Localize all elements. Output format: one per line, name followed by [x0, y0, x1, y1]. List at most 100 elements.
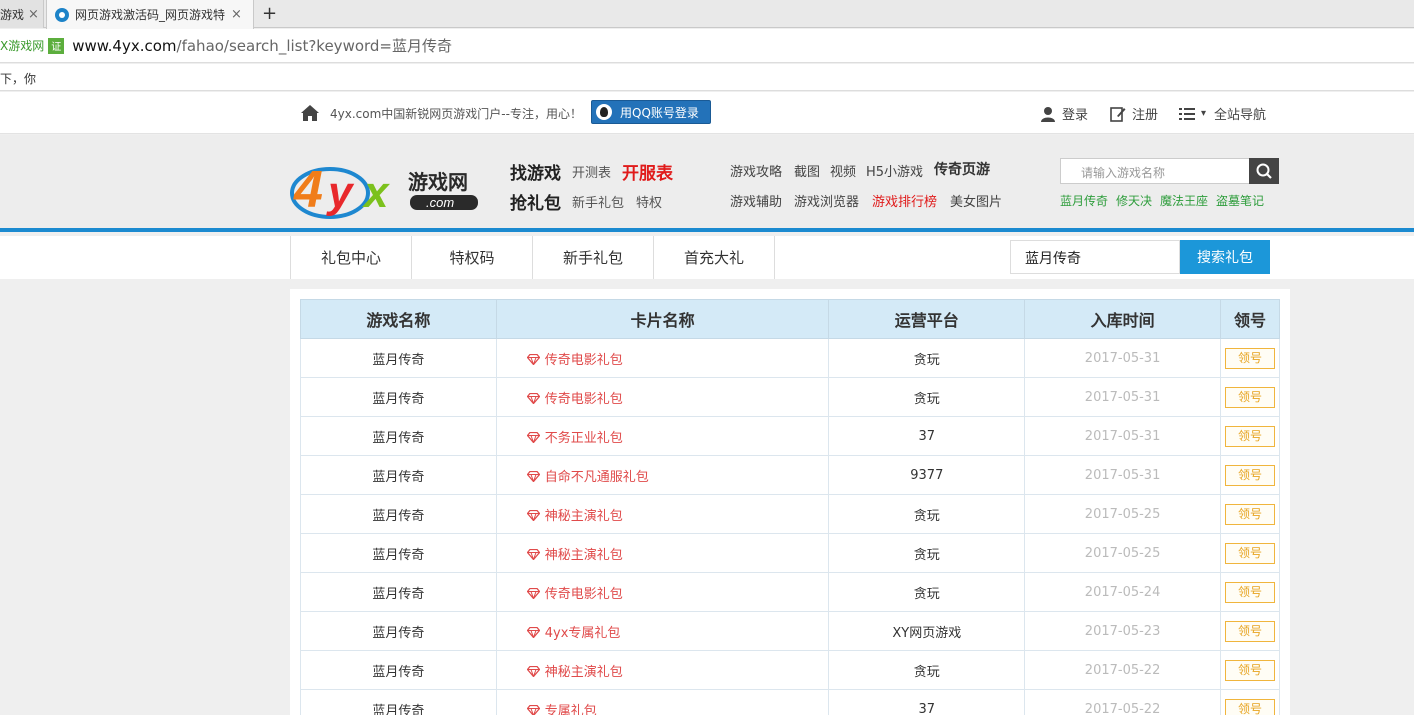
browser-tab-active[interactable]: 网页游戏激活码_网页游戏特 ×	[46, 0, 254, 29]
cert-icon[interactable]: 证	[48, 37, 65, 54]
claim-button[interactable]: 领号	[1224, 659, 1275, 681]
row-game-name: 蓝月传奇	[300, 650, 497, 690]
row-card-name[interactable]: 神秘主演礼包	[545, 509, 623, 524]
table-row: 蓝月传奇 神秘主演礼包 贪玩 2017-05-25 领号	[300, 494, 1281, 534]
gift-search-button[interactable]: 搜索礼包	[1180, 240, 1270, 274]
subnav-first-charge[interactable]: 首充大礼	[653, 236, 774, 279]
row-card-cell[interactable]: 自命不凡通服礼包	[495, 455, 830, 495]
list-icon	[1179, 107, 1195, 120]
row-card-cell[interactable]: 传奇电影礼包	[495, 572, 830, 612]
row-card-name[interactable]: 自命不凡通服礼包	[545, 470, 649, 485]
row-card-name[interactable]: 4yx专属礼包	[545, 626, 621, 641]
nav-h5[interactable]: H5小游戏	[866, 161, 923, 180]
row-card-cell[interactable]: 不务正业礼包	[495, 416, 830, 456]
row-date: 2017-05-23	[1024, 611, 1221, 651]
subnav-newbie-gift[interactable]: 新手礼包	[532, 236, 653, 279]
gift-search-input[interactable]: 蓝月传奇	[1010, 240, 1180, 274]
qq-login-button[interactable]: 用QQ账号登录	[591, 100, 711, 124]
nav-ranking[interactable]: 游戏排行榜	[872, 191, 937, 210]
hot-keyword[interactable]: 魔法王座	[1160, 192, 1208, 209]
hot-keyword[interactable]: 盗墓笔记	[1216, 192, 1264, 209]
bookmark-bar: 下，你	[0, 64, 1414, 91]
game-search-input[interactable]: 请输入游戏名称	[1060, 158, 1250, 184]
row-card-cell[interactable]: 神秘主演礼包	[495, 533, 830, 573]
nav-screenshot[interactable]: 截图	[794, 161, 820, 180]
nav-assist[interactable]: 游戏辅助	[730, 191, 782, 210]
row-game-name: 蓝月传奇	[300, 377, 497, 417]
register-link[interactable]: 注册	[1110, 104, 1158, 123]
tab-label: 游戏	[0, 7, 25, 22]
row-platform: 贪玩	[828, 650, 1026, 690]
new-tab-button[interactable]: +	[262, 3, 277, 24]
find-game-link[interactable]: 找游戏	[510, 159, 561, 184]
privilege-link[interactable]: 特权	[636, 192, 662, 211]
login-label: 登录	[1062, 108, 1089, 123]
row-platform: 37	[828, 689, 1026, 715]
bookmark-text[interactable]: 下，你	[0, 72, 36, 86]
nav-video[interactable]: 视频	[830, 161, 856, 180]
svg-text:游戏网: 游戏网	[408, 170, 468, 194]
search-button[interactable]	[1249, 158, 1279, 184]
row-game-name: 蓝月传奇	[300, 455, 497, 495]
row-date: 2017-05-25	[1024, 533, 1221, 573]
diamond-icon	[526, 704, 540, 715]
nav-legend[interactable]: 传奇页游	[934, 159, 990, 179]
row-card-name[interactable]: 神秘主演礼包	[545, 665, 623, 680]
browser-tab-inactive[interactable]: 游戏 ×	[0, 0, 44, 28]
claim-button[interactable]: 领号	[1224, 386, 1275, 408]
hot-keyword[interactable]: 蓝月传奇	[1060, 192, 1108, 209]
row-card-cell[interactable]: 专属礼包	[495, 689, 830, 715]
grab-gift-link[interactable]: 抢礼包	[510, 189, 561, 214]
nav-guide[interactable]: 游戏攻略	[730, 161, 782, 180]
hot-keyword[interactable]: 修天决	[1116, 192, 1152, 209]
site-nav-link[interactable]: ▾ 全站导航	[1179, 104, 1266, 123]
register-label: 注册	[1132, 108, 1159, 123]
close-icon[interactable]: ×	[231, 7, 242, 22]
diamond-icon	[526, 587, 540, 599]
claim-button[interactable]: 领号	[1224, 425, 1275, 447]
subnav-gift-center[interactable]: 礼包中心	[290, 236, 411, 279]
address-bar[interactable]: X游戏网 证 www.4yx.com/fahao/search_list?key…	[0, 29, 1414, 63]
row-date: 2017-05-31	[1024, 377, 1221, 417]
home-icon[interactable]	[300, 104, 320, 122]
subnav-privilege-code[interactable]: 特权码	[411, 236, 532, 279]
row-card-cell[interactable]: 传奇电影礼包	[495, 338, 830, 378]
row-claim-cell: 领号	[1219, 689, 1281, 715]
row-card-name[interactable]: 传奇电影礼包	[545, 353, 623, 368]
claim-button[interactable]: 领号	[1224, 581, 1275, 603]
claim-button[interactable]: 领号	[1224, 620, 1275, 642]
row-card-name[interactable]: 不务正业礼包	[545, 431, 623, 446]
row-card-cell[interactable]: 4yx专属礼包	[495, 611, 830, 651]
close-icon[interactable]: ×	[28, 7, 39, 22]
4yx-logo[interactable]: 4 y x 游戏网 .com	[290, 155, 485, 221]
claim-button[interactable]: 领号	[1224, 698, 1275, 715]
row-card-cell[interactable]: 传奇电影礼包	[495, 377, 830, 417]
row-card-name[interactable]: 专属礼包	[545, 704, 597, 715]
table-header-row: 游戏名称 卡片名称 运营平台 入库时间 领号	[300, 299, 1281, 339]
row-card-name[interactable]: 神秘主演礼包	[545, 548, 623, 563]
nav-beauty[interactable]: 美女图片	[950, 191, 1002, 210]
row-platform: XY网页游戏	[828, 611, 1026, 651]
row-platform: 贪玩	[828, 377, 1026, 417]
row-platform: 9377	[828, 455, 1026, 495]
row-card-cell[interactable]: 神秘主演礼包	[495, 494, 830, 534]
test-table-link[interactable]: 开测表	[572, 162, 611, 181]
claim-button[interactable]: 领号	[1224, 503, 1275, 525]
col-platform: 运营平台	[828, 299, 1026, 339]
col-claim: 领号	[1219, 299, 1281, 339]
row-card-name[interactable]: 传奇电影礼包	[545, 587, 623, 602]
gift-table: 游戏名称 卡片名称 运营平台 入库时间 领号 蓝月传奇 传奇电影礼包 贪玩 2017-…	[300, 299, 1281, 715]
user-icon	[1041, 106, 1055, 122]
claim-button[interactable]: 领号	[1224, 542, 1275, 564]
table-row: 蓝月传奇 4yx专属礼包 XY网页游戏 2017-05-23 领号	[300, 611, 1281, 651]
open-table-link[interactable]: 开服表	[622, 159, 673, 184]
row-card-cell[interactable]: 神秘主演礼包	[495, 650, 830, 690]
claim-button[interactable]: 领号	[1224, 347, 1275, 369]
url-host: www.4yx.com	[72, 36, 177, 55]
newbie-gift-link[interactable]: 新手礼包	[572, 192, 624, 211]
col-date: 入库时间	[1024, 299, 1221, 339]
claim-button[interactable]: 领号	[1224, 464, 1275, 486]
nav-browser[interactable]: 游戏浏览器	[794, 191, 859, 210]
row-card-name[interactable]: 传奇电影礼包	[545, 392, 623, 407]
login-link[interactable]: 登录	[1040, 104, 1088, 123]
